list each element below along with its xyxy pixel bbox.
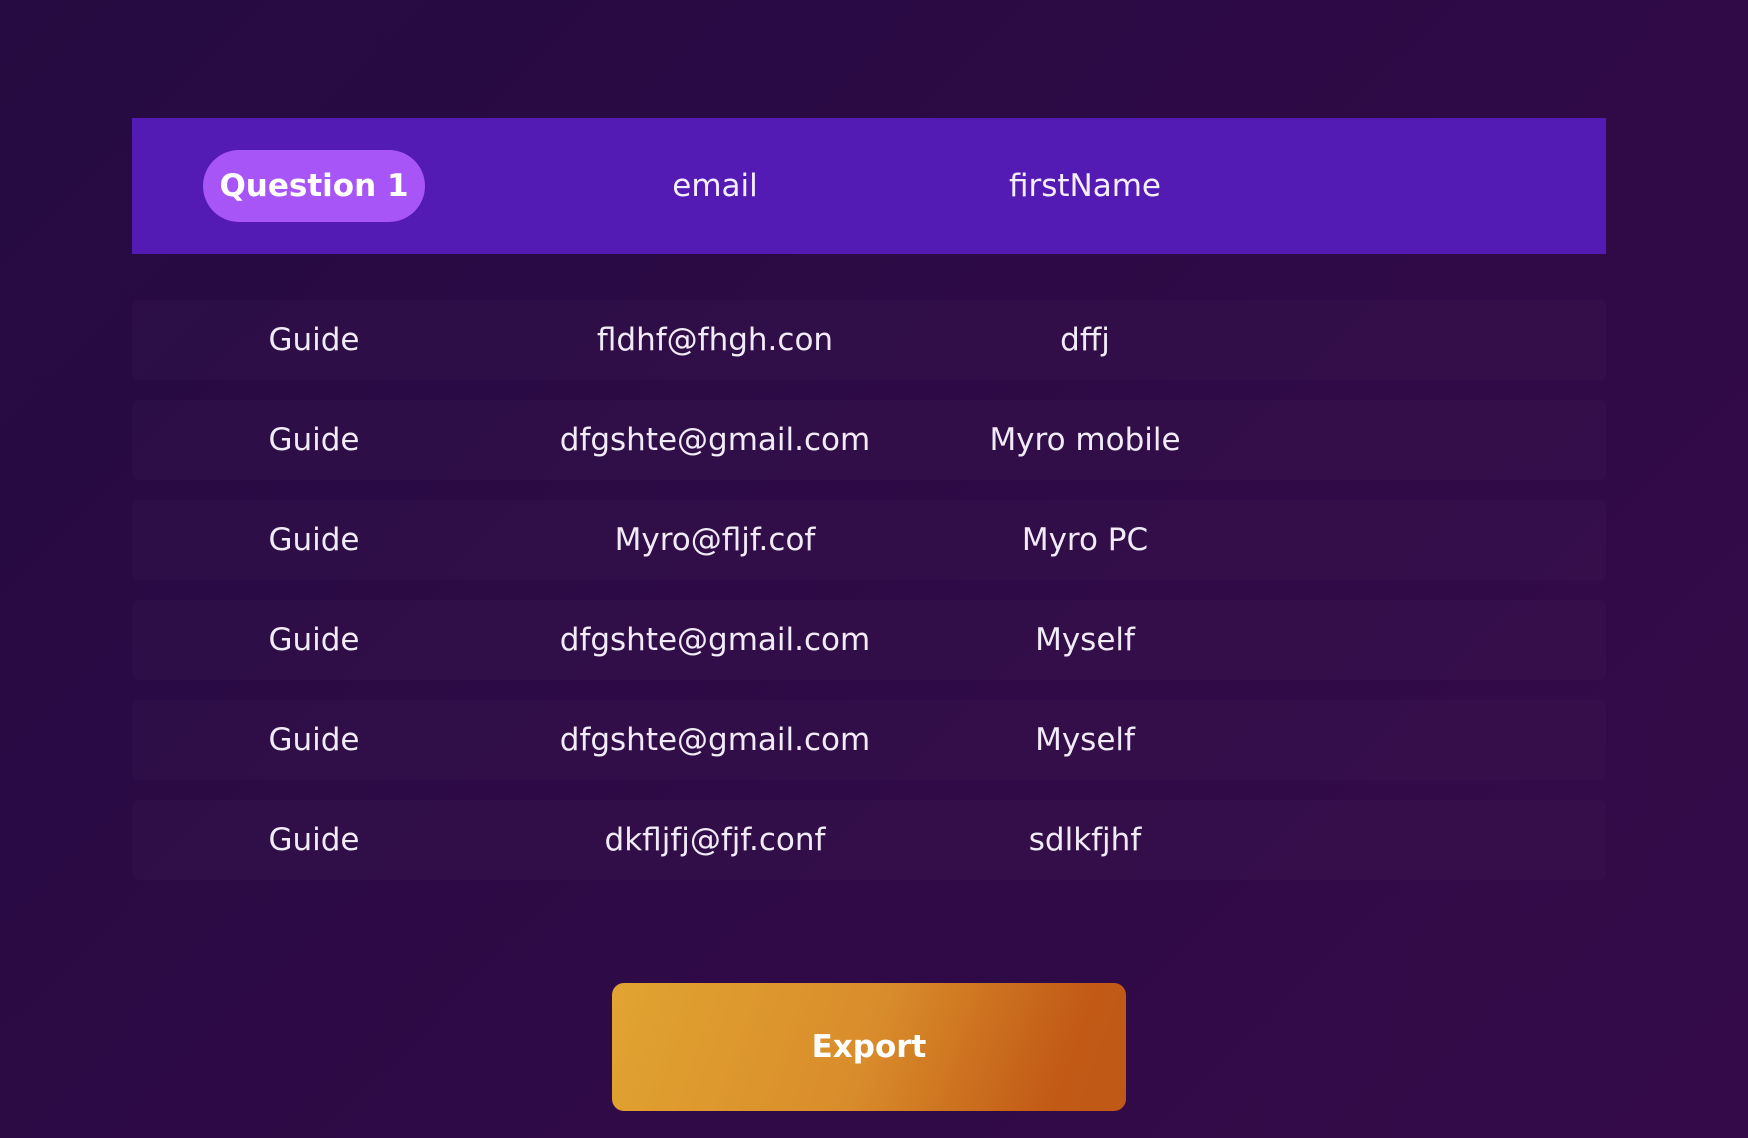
- table-body: Guide fldhf@fhgh.con dffj Guide dfgshte@…: [132, 300, 1606, 880]
- table-row: Guide dfgshte@gmail.com Myself: [132, 600, 1606, 680]
- cell-first-name: dffj: [1060, 322, 1110, 358]
- cell-email: Myro@fljf.cof: [614, 522, 816, 558]
- responses-table: Question 1 email firstName Guide fldhf@f…: [132, 118, 1606, 900]
- column-header-email[interactable]: email: [560, 118, 870, 254]
- cell-question: Guide: [268, 322, 360, 358]
- cell-email: dfgshte@gmail.com: [559, 722, 871, 758]
- table-row: Guide dfgshte@gmail.com Myself: [132, 700, 1606, 780]
- cell-question: Guide: [268, 422, 360, 458]
- table-row: Guide dfgshte@gmail.com Myro mobile: [132, 400, 1606, 480]
- table-header-row: Question 1 email firstName: [132, 118, 1606, 254]
- cell-email: dfgshte@gmail.com: [559, 622, 871, 658]
- cell-email: fldhf@fhgh.con: [596, 322, 834, 358]
- column-header-first-name[interactable]: firstName: [930, 118, 1240, 254]
- cell-email: dkfljfj@fjf.conf: [604, 822, 826, 858]
- cell-first-name: sdlkfjhf: [1028, 822, 1142, 858]
- column-header-question-1[interactable]: Question 1: [203, 150, 425, 222]
- cell-email: dfgshte@gmail.com: [559, 422, 871, 458]
- export-button[interactable]: Export: [612, 983, 1126, 1111]
- table-row: Guide Myro@fljf.cof Myro PC: [132, 500, 1606, 580]
- cell-question: Guide: [268, 822, 360, 858]
- cell-first-name: Myro mobile: [989, 422, 1181, 458]
- cell-question: Guide: [268, 522, 360, 558]
- cell-question: Guide: [268, 622, 360, 658]
- cell-first-name: Myro PC: [1021, 522, 1149, 558]
- table-row: Guide dkfljfj@fjf.conf sdlkfjhf: [132, 800, 1606, 880]
- cell-first-name: Myself: [1035, 622, 1135, 658]
- cell-first-name: Myself: [1035, 722, 1135, 758]
- cell-question: Guide: [268, 722, 360, 758]
- table-row: Guide fldhf@fhgh.con dffj: [132, 300, 1606, 380]
